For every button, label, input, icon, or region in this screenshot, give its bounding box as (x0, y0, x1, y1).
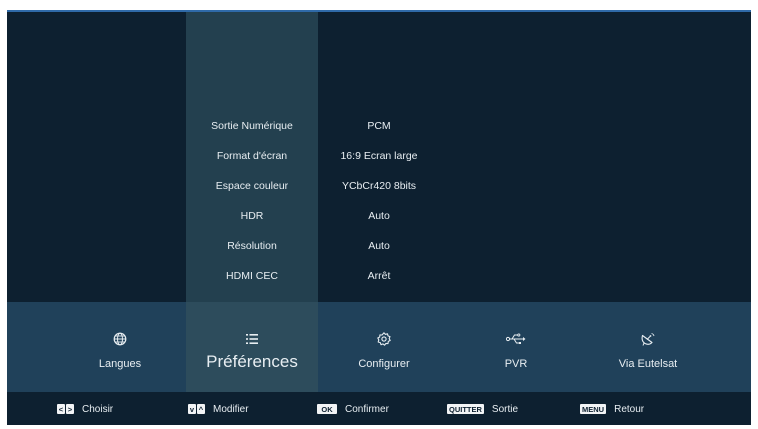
tv-menu-screen: Sortie Numérique PCM Format d'écran 16:9… (7, 10, 751, 425)
globe-icon (54, 330, 186, 348)
menu-item-label: Via Eutelsat (618, 358, 678, 370)
top-accent-line (7, 10, 751, 12)
menu-item-pvr[interactable]: PVR (450, 302, 582, 392)
hint-back: MENU Retour (580, 402, 644, 416)
setting-row-color-space[interactable]: Espace couleur YCbCr420 8bits (186, 176, 486, 196)
setting-row-screen-format[interactable]: Format d'écran 16:9 Ecran large (186, 146, 486, 166)
setting-row-hdmi-cec[interactable]: HDMI CEC Arrêt (186, 266, 486, 286)
hint-label: Choisir (82, 403, 114, 415)
setting-label: Format d'écran (216, 150, 288, 162)
setting-label: Résolution (227, 240, 277, 252)
list-icon (186, 330, 318, 348)
setting-value: PCM (367, 120, 391, 132)
hint-label: Retour (614, 403, 645, 415)
up-arrow-key-icon: ^ (197, 404, 205, 414)
hint-choose: < > Choisir (57, 402, 113, 416)
setting-row-hdr[interactable]: HDR Auto (186, 206, 486, 226)
hint-quit: QUITTER Sortie (447, 402, 518, 416)
menu-item-preferences[interactable]: Préférences (186, 302, 318, 392)
menu-item-languages[interactable]: Langues (54, 302, 186, 392)
menu-item-label: Langues (98, 358, 142, 370)
menu-item-label: PVR (504, 358, 528, 370)
ok-key-icon: OK (317, 404, 337, 414)
setting-value: Arrêt (367, 270, 391, 282)
setting-row-digital-output[interactable]: Sortie Numérique PCM (186, 116, 486, 136)
satellite-dish-icon (582, 330, 714, 348)
hint-label: Sortie (491, 403, 519, 415)
hint-confirm: OK Confirmer (317, 402, 389, 416)
usb-icon (450, 330, 582, 348)
hint-label: Confirmer (345, 403, 389, 415)
menu-item-configure[interactable]: Configurer (318, 302, 450, 392)
setting-row-resolution[interactable]: Résolution Auto (186, 236, 486, 256)
setting-label: HDMI CEC (226, 270, 278, 282)
hint-modify: v ^ Modifier (188, 402, 249, 416)
main-menu-bar: Langues Préférences Configurer PVR Via E… (7, 302, 751, 392)
menu-item-label: Configurer (358, 358, 410, 370)
setting-label: HDR (240, 210, 264, 222)
menu-item-via-eutelsat[interactable]: Via Eutelsat (582, 302, 714, 392)
setting-value: YCbCr420 8bits (341, 180, 417, 192)
key-hints-footer: < > Choisir v ^ Modifier OK Confirmer QU… (7, 392, 751, 425)
right-arrow-key-icon: > (66, 404, 74, 414)
setting-value: Auto (368, 240, 390, 252)
left-arrow-key-icon: < (57, 404, 65, 414)
setting-label: Sortie Numérique (211, 120, 293, 132)
hint-label: Modifier (213, 403, 249, 415)
setting-label: Espace couleur (215, 180, 289, 192)
setting-value: 16:9 Ecran large (340, 150, 418, 162)
settings-gear-icon (318, 330, 450, 348)
menu-item-label: Préférences (206, 352, 298, 371)
down-arrow-key-icon: v (188, 404, 196, 414)
quit-key-icon: QUITTER (447, 404, 484, 414)
setting-value: Auto (368, 210, 390, 222)
menu-key-icon: MENU (580, 404, 607, 414)
